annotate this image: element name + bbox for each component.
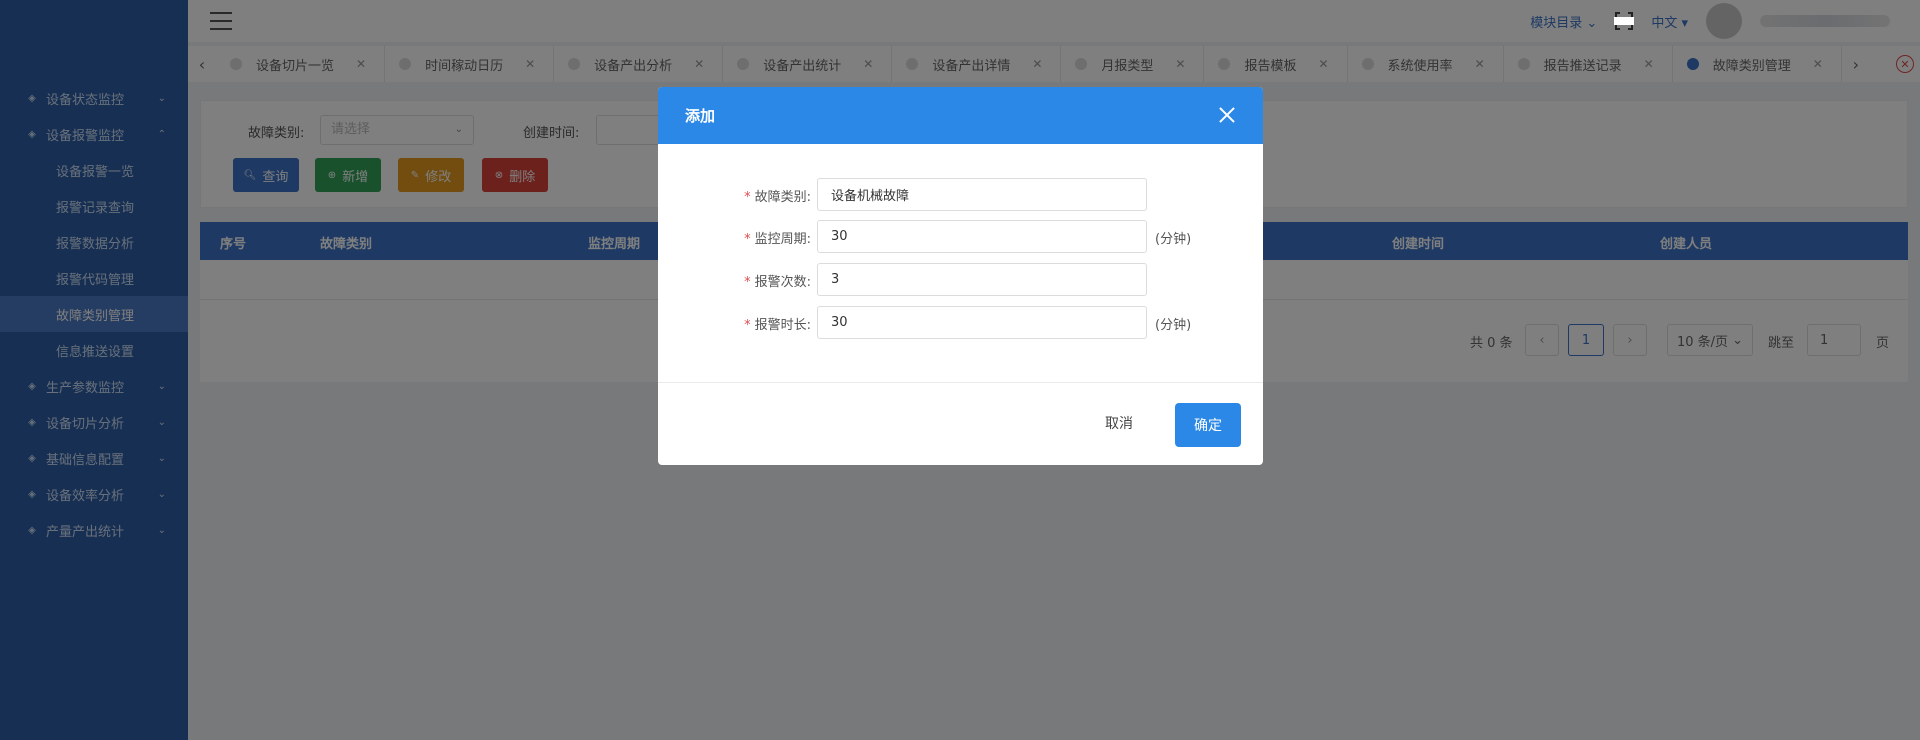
confirm-button[interactable]: 确定 [1175, 403, 1241, 447]
fault-type-label: 故障类别: [754, 190, 811, 205]
dialog-title: 添加 [685, 107, 716, 125]
minutes-unit: (分钟) [1155, 232, 1192, 247]
add-dialog: 添加 *故障类别: *监控周期: (分钟) *报警次数: *报警时长: (分钟)… [658, 87, 1263, 465]
required-mark: * [744, 275, 751, 290]
confirm-button-label: 确定 [1194, 418, 1222, 434]
cancel-button[interactable]: 取消 [1105, 413, 1133, 433]
form-row-monitor-period: *监控周期: (分钟) [658, 220, 1263, 254]
close-icon[interactable] [1215, 103, 1239, 127]
fault-type-input[interactable] [817, 178, 1147, 211]
monitor-period-label: 监控周期: [754, 232, 811, 247]
form-row-fault-type: * 故障类别: [658, 178, 1263, 212]
alarm-duration-input[interactable] [817, 306, 1147, 339]
form-row-alarm-count: * 报警次数: [658, 263, 1263, 297]
alarm-duration-label: 报警时长: [754, 318, 811, 333]
minutes-unit: (分钟) [1155, 318, 1192, 333]
required-mark: * [744, 318, 751, 333]
required-mark: * [744, 190, 751, 205]
monitor-period-input[interactable] [817, 220, 1147, 253]
required-mark: * [744, 232, 751, 247]
field-label: * 故障类别: [744, 186, 811, 205]
field-label: * 报警次数: [744, 271, 811, 290]
field-label: * 报警时长: [744, 314, 811, 333]
alarm-count-label: 报警次数: [754, 275, 811, 290]
dialog-header: 添加 [658, 87, 1263, 144]
form-row-alarm-duration: *报警时长: (分钟) [658, 306, 1263, 340]
dialog-divider [658, 382, 1263, 383]
alarm-count-input[interactable] [817, 263, 1147, 296]
field-label: * 监控周期: [744, 228, 811, 247]
